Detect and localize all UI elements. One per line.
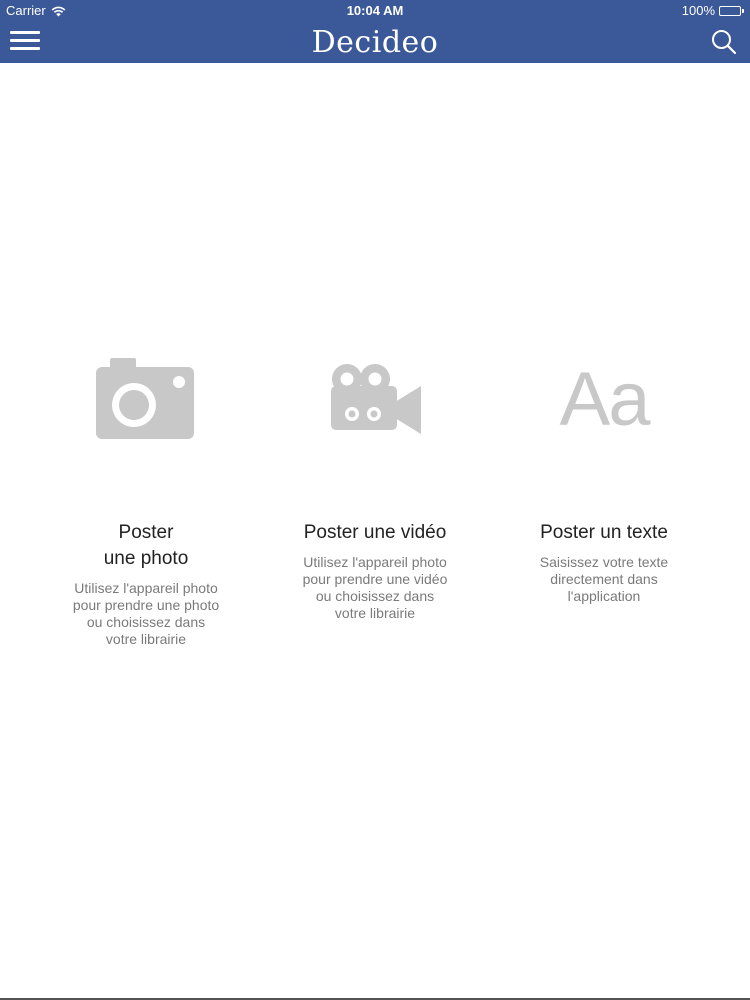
video-camera-icon[interactable]	[250, 350, 500, 450]
search-icon[interactable]	[710, 28, 738, 56]
text-aa-icon[interactable]: Aa	[479, 350, 729, 450]
status-right: 100%	[682, 0, 744, 22]
post-text-description: Saisissez votre texte directement dans l…	[539, 554, 669, 604]
post-text-title: Poster un texte	[540, 522, 668, 543]
post-photo-description: Utilisez l'appareil photo pour prendre u…	[72, 580, 220, 647]
app-screen: Carrier 10:04 AM 100% Decideo Poster une…	[0, 0, 750, 1000]
top-bar: Carrier 10:04 AM 100% Decideo	[0, 0, 750, 63]
post-video-description: Utilisez l'appareil photo pour prendre u…	[302, 554, 448, 621]
post-video-title: Poster une vidéo	[303, 522, 447, 543]
battery-percentage: 100%	[681, 3, 715, 18]
post-photo-option[interactable]: Poster une photo Utilisez l'appareil pho…	[21, 350, 271, 648]
text-aa-glyph: Aa	[559, 357, 651, 442]
battery-icon	[719, 6, 744, 16]
navigation-bar: Decideo	[0, 22, 750, 63]
status-bar: Carrier 10:04 AM 100%	[0, 0, 750, 22]
post-text-option[interactable]: Aa Poster un texte Saisissez votre texte…	[479, 350, 729, 605]
camera-icon[interactable]	[21, 350, 271, 450]
app-title: Decideo	[311, 25, 439, 60]
status-time: 10:04 AM	[346, 3, 404, 18]
post-video-option[interactable]: Poster une vidéo Utilisez l'appareil pho…	[250, 350, 500, 622]
post-photo-title: Poster une photo	[103, 522, 189, 569]
